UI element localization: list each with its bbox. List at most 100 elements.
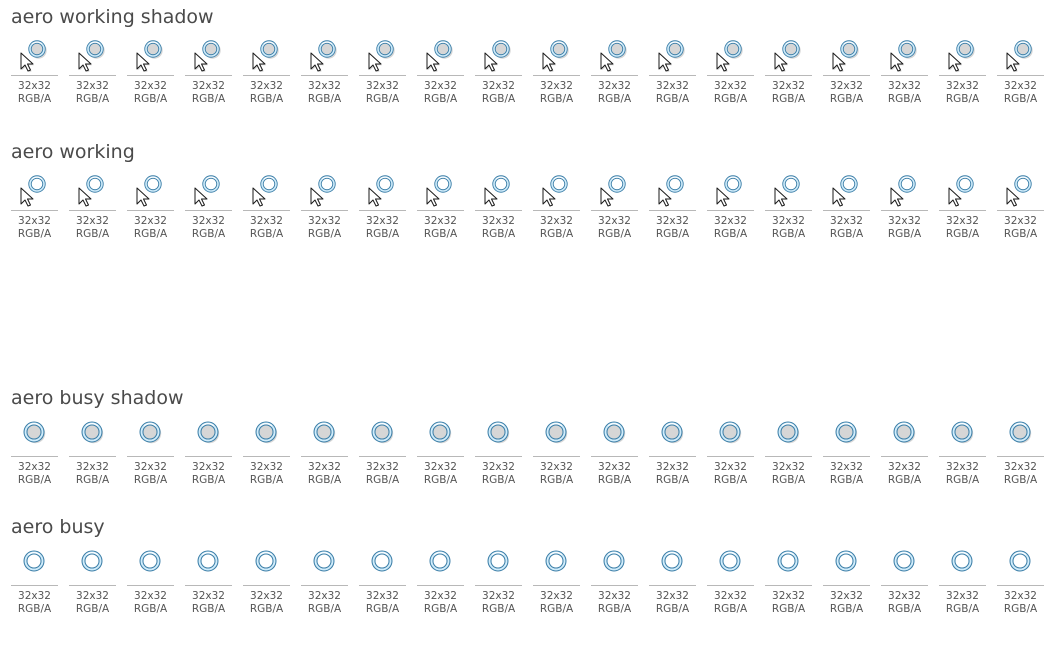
frame-info: 32x32 RGB/A <box>881 590 928 616</box>
frame-size-label: 32x32 <box>540 80 573 92</box>
frame-info: 32x32 RGB/A <box>185 215 232 241</box>
busy-ring-icon <box>301 546 348 582</box>
frame-divider <box>997 585 1044 586</box>
frame-divider <box>359 585 406 586</box>
frame-format-label: RGB/A <box>133 228 168 240</box>
busy-ring-shadow-icon <box>69 417 116 453</box>
cursor-frame: 32x32 RGB/A <box>69 417 116 497</box>
frame-divider <box>997 210 1044 211</box>
frame-divider <box>707 456 754 457</box>
cursor-frame: 32x32 RGB/A <box>649 36 696 116</box>
frame-format-label: RGB/A <box>133 603 168 615</box>
frame-divider <box>765 210 812 211</box>
busy-arrow-icon <box>69 171 116 207</box>
frame-info: 32x32 RGB/A <box>11 215 58 241</box>
frame-size-label: 32x32 <box>18 80 51 92</box>
frame-size-label: 32x32 <box>772 215 805 227</box>
frame-format-label: RGB/A <box>75 474 110 486</box>
frame-divider <box>359 456 406 457</box>
cursor-frame: 32x32 RGB/A <box>417 171 464 251</box>
frame-format-label: RGB/A <box>1003 93 1038 105</box>
frame-format-label: RGB/A <box>481 228 516 240</box>
frame-format-label: RGB/A <box>597 603 632 615</box>
frame-info: 32x32 RGB/A <box>649 461 696 487</box>
cursor-frame: 32x32 RGB/A <box>243 417 290 497</box>
busy-arrow-shadow-icon <box>823 36 870 73</box>
cursor-frame: 32x32 RGB/A <box>417 546 464 626</box>
frame-info: 32x32 RGB/A <box>243 80 290 106</box>
frame-divider <box>997 75 1044 76</box>
frame-info: 32x32 RGB/A <box>997 590 1044 616</box>
cursor-frame: 32x32 RGB/A <box>185 171 232 251</box>
frame-format-label: RGB/A <box>249 603 284 615</box>
frame-info: 32x32 RGB/A <box>301 80 348 106</box>
frame-divider <box>533 75 580 76</box>
busy-arrow-icon <box>185 171 232 207</box>
cursor-frame: 32x32 RGB/A <box>127 36 174 116</box>
cursor-frame: 32x32 RGB/A <box>881 36 928 116</box>
busy-arrow-shadow-icon <box>765 36 812 73</box>
frame-size-label: 32x32 <box>482 215 515 227</box>
busy-arrow-shadow-icon <box>243 36 290 73</box>
cursor-frame: 32x32 RGB/A <box>301 171 348 251</box>
cursor-frame: 32x32 RGB/A <box>765 171 812 251</box>
busy-ring-icon <box>823 546 870 582</box>
frame-divider <box>765 585 812 586</box>
frame-divider <box>475 585 522 586</box>
frame-divider <box>823 210 870 211</box>
frame-size-label: 32x32 <box>424 215 457 227</box>
frame-format-label: RGB/A <box>365 93 400 105</box>
frame-format-label: RGB/A <box>365 228 400 240</box>
cursor-frame: 32x32 RGB/A <box>301 36 348 116</box>
busy-ring-shadow-icon <box>997 417 1044 453</box>
frame-format-label: RGB/A <box>713 474 748 486</box>
busy-ring-icon <box>359 546 406 582</box>
frame-divider <box>939 585 986 586</box>
cursor-frame: 32x32 RGB/A <box>707 546 754 626</box>
frame-info: 32x32 RGB/A <box>475 80 522 106</box>
frame-divider <box>881 75 928 76</box>
frame-divider <box>69 75 116 76</box>
frame-size-label: 32x32 <box>366 590 399 602</box>
frame-divider <box>591 210 638 211</box>
busy-ring-shadow-icon <box>301 417 348 453</box>
frame-info: 32x32 RGB/A <box>939 80 986 106</box>
busy-ring-shadow-icon <box>475 417 522 453</box>
frame-format-label: RGB/A <box>713 603 748 615</box>
frame-size-label: 32x32 <box>772 80 805 92</box>
frame-format-label: RGB/A <box>481 474 516 486</box>
frame-info: 32x32 RGB/A <box>127 590 174 616</box>
cursor-frame-gallery: aero working shadow 32x32 RGB/A 32x32 RGB/A… <box>0 0 1045 646</box>
frame-info: 32x32 RGB/A <box>591 590 638 616</box>
busy-arrow-icon <box>533 171 580 207</box>
frame-divider <box>475 456 522 457</box>
frame-format-label: RGB/A <box>713 93 748 105</box>
cursor-frame: 32x32 RGB/A <box>939 171 986 251</box>
frame-size-label: 32x32 <box>192 461 225 473</box>
frame-info: 32x32 RGB/A <box>243 590 290 616</box>
frame-size-label: 32x32 <box>714 590 747 602</box>
busy-ring-icon <box>649 546 696 582</box>
cursor-frame: 32x32 RGB/A <box>417 36 464 116</box>
frame-size-label: 32x32 <box>772 461 805 473</box>
frame-size-label: 32x32 <box>656 461 689 473</box>
frame-info: 32x32 RGB/A <box>475 461 522 487</box>
frame-info: 32x32 RGB/A <box>301 215 348 241</box>
cursor-frame: 32x32 RGB/A <box>997 36 1044 116</box>
cursor-frame: 32x32 RGB/A <box>69 171 116 251</box>
frame-format-label: RGB/A <box>307 93 342 105</box>
frame-size-label: 32x32 <box>830 215 863 227</box>
frame-info: 32x32 RGB/A <box>823 215 870 241</box>
frame-info: 32x32 RGB/A <box>185 461 232 487</box>
frame-info: 32x32 RGB/A <box>707 80 754 106</box>
frame-size-label: 32x32 <box>1004 590 1037 602</box>
frame-info: 32x32 RGB/A <box>417 80 464 106</box>
frame-info: 32x32 RGB/A <box>69 590 116 616</box>
busy-ring-icon <box>417 546 464 582</box>
busy-arrow-icon <box>649 171 696 207</box>
frame-divider <box>939 456 986 457</box>
frame-size-label: 32x32 <box>424 80 457 92</box>
frame-divider <box>69 456 116 457</box>
frame-format-label: RGB/A <box>655 474 690 486</box>
cursor-frame: 32x32 RGB/A <box>185 417 232 497</box>
